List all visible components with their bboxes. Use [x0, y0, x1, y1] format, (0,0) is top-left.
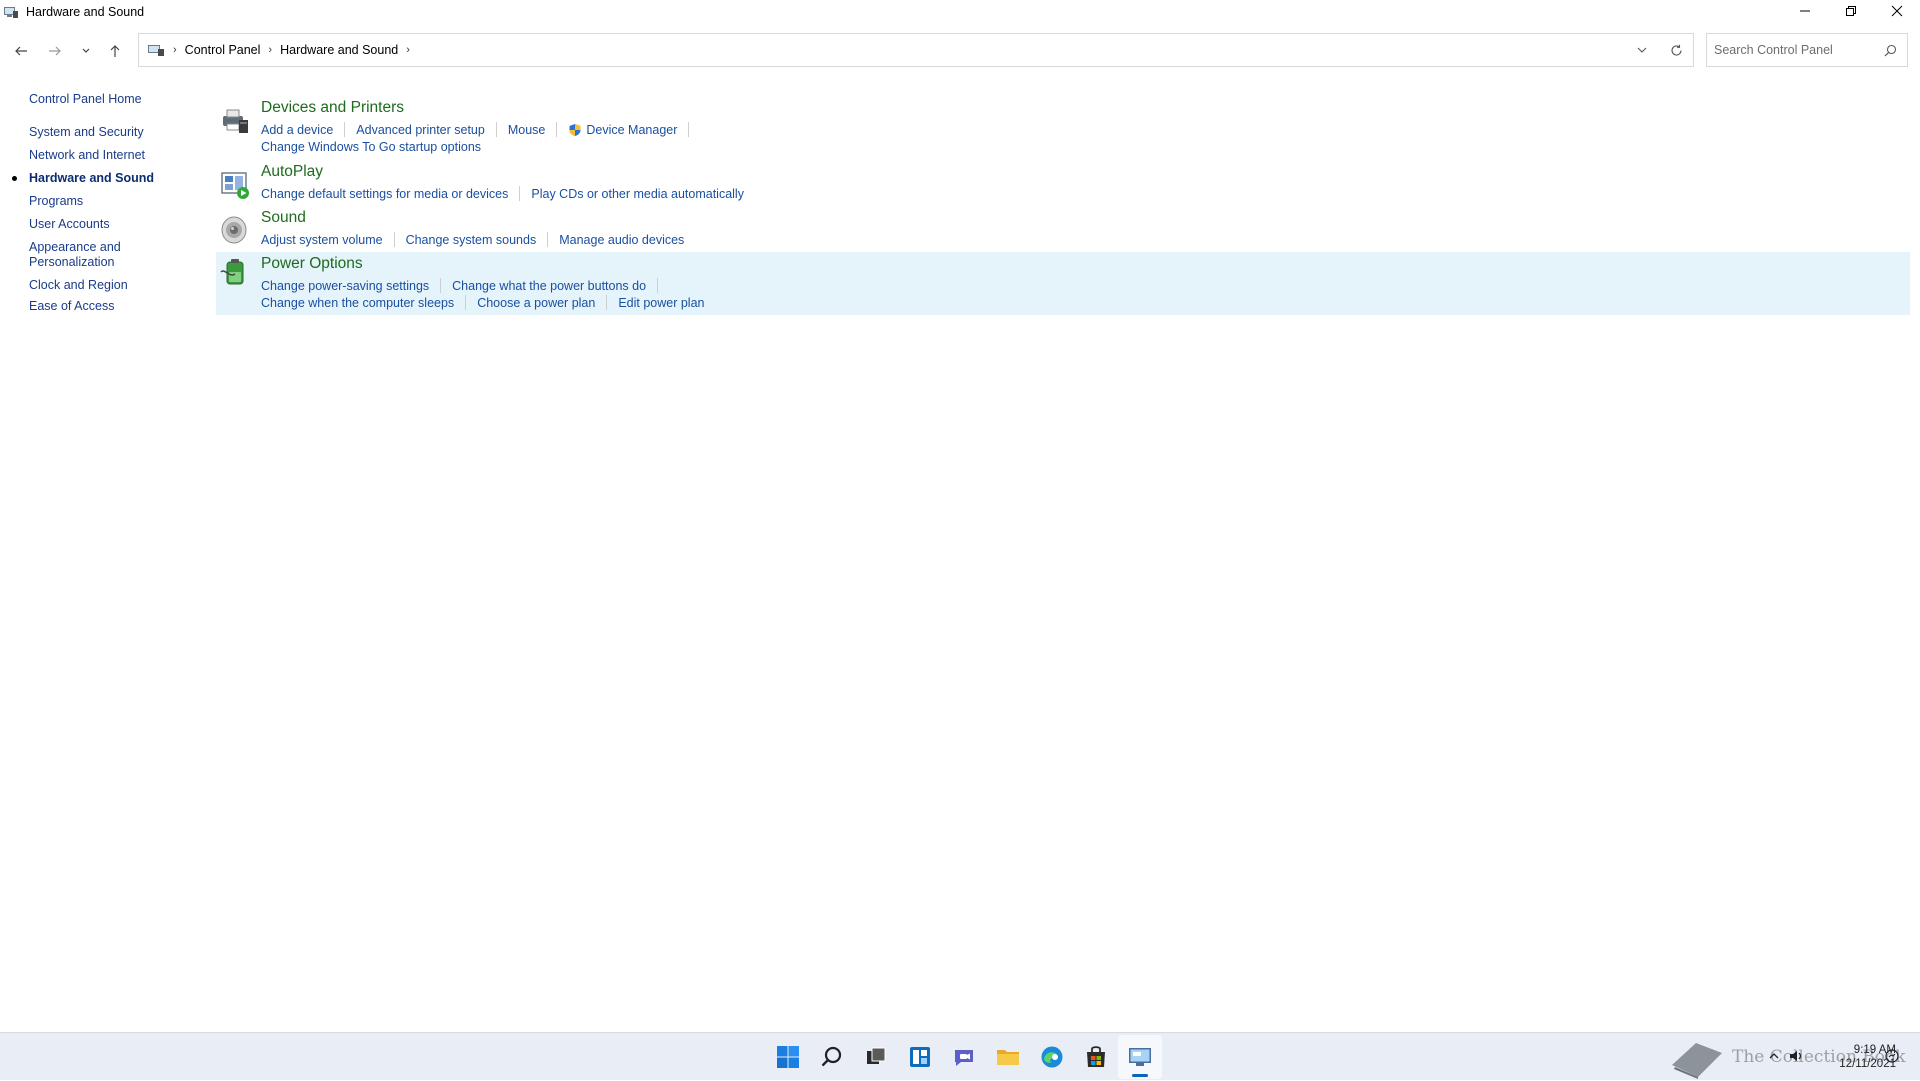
link-change-power-saving-settings[interactable]: Change power-saving settings	[261, 279, 429, 293]
link-edit-power-plan[interactable]: Edit power plan	[618, 296, 704, 310]
separator	[556, 122, 558, 137]
category-power-options[interactable]: Power Options Change power-saving settin…	[216, 252, 1910, 315]
forward-button[interactable]	[43, 39, 67, 63]
up-button[interactable]	[103, 39, 127, 63]
link-adjust-system-volume[interactable]: Adjust system volume	[261, 233, 383, 247]
category-sound: Sound Adjust system volume Change system…	[216, 206, 1910, 252]
breadcrumb-control-panel[interactable]: Control Panel	[185, 43, 261, 57]
chevron-up-icon[interactable]	[1766, 1048, 1782, 1064]
breadcrumb-hardware-and-sound[interactable]: Hardware and Sound	[280, 43, 398, 57]
search-input[interactable]	[1714, 43, 1874, 57]
window-controls	[1782, 0, 1920, 22]
link-change-when-the-computer-sleeps[interactable]: Change when the computer sleeps	[261, 296, 454, 310]
battery-icon	[220, 259, 244, 285]
category-title[interactable]: Sound	[261, 209, 306, 227]
recent-locations-button[interactable]	[74, 39, 98, 63]
address-bar-actions	[1625, 34, 1693, 66]
link-change-windows-to-go-startup-options[interactable]: Change Windows To Go startup options	[261, 140, 481, 154]
active-item-bullet	[12, 176, 17, 181]
taskbar: The Collection Book 9:19 AM 12/11/2021	[0, 1032, 1920, 1080]
links-row: Adjust system volume Change system sound…	[261, 232, 684, 247]
link-choose-a-power-plan[interactable]: Choose a power plan	[477, 296, 595, 310]
uac-shield-icon	[569, 123, 581, 136]
autoplay-icon	[221, 172, 249, 199]
category-devices-and-printers: Devices and Printers Add a device Advanc…	[216, 96, 1910, 160]
separator	[440, 278, 442, 293]
links-row: Change default settings for media or dev…	[261, 186, 744, 201]
sidebar-item-programs[interactable]: Programs	[29, 194, 83, 209]
back-button[interactable]	[9, 39, 33, 63]
links-row: Change power-saving settings Change what…	[261, 278, 669, 293]
control-panel-app-icon	[4, 7, 18, 18]
sidebar-item-clock-and-region[interactable]: Clock and Region	[29, 278, 128, 293]
breadcrumb-chevron-icon[interactable]: ›	[268, 44, 272, 56]
separator	[657, 278, 659, 293]
sidebar-item-ease-of-access[interactable]: Ease of Access	[29, 299, 114, 314]
address-history-dropdown[interactable]	[1625, 34, 1659, 66]
link-change-default-settings-for-media-or-devices[interactable]: Change default settings for media or dev…	[261, 187, 508, 201]
link-change-system-sounds[interactable]: Change system sounds	[406, 233, 537, 247]
links-row: Add a device Advanced printer setup Mous…	[261, 122, 700, 137]
refresh-button[interactable]	[1659, 34, 1693, 66]
separator	[465, 295, 467, 310]
link-device-manager[interactable]: Device Manager	[568, 123, 677, 137]
printer-icon	[223, 109, 248, 133]
link-device-manager-label: Device Manager	[586, 122, 678, 137]
sidebar-item-appearance-and-personalization[interactable]: Appearance and Personalization	[29, 240, 139, 270]
restore-button[interactable]	[1828, 0, 1874, 22]
link-manage-audio-devices[interactable]: Manage audio devices	[559, 233, 684, 247]
link-mouse[interactable]: Mouse	[508, 123, 546, 137]
separator	[606, 295, 608, 310]
sidebar-item-network-and-internet[interactable]: Network and Internet	[29, 148, 145, 163]
refresh-icon	[1670, 44, 1682, 56]
minimize-icon	[1800, 10, 1810, 12]
arrow-right-icon	[49, 46, 61, 56]
volume-icon[interactable]	[1788, 1048, 1804, 1064]
title-bar[interactable]: Hardware and Sound	[0, 0, 1920, 24]
category-title[interactable]: AutoPlay	[261, 163, 323, 181]
separator	[547, 232, 549, 247]
link-play-cds-or-other-media-automatically[interactable]: Play CDs or other media automatically	[531, 187, 744, 201]
address-bar[interactable]: › Control Panel › Hardware and Sound ›	[138, 33, 1694, 67]
separator	[495, 122, 497, 137]
separator	[393, 232, 395, 247]
category-title[interactable]: Power Options	[261, 255, 363, 273]
search-box[interactable]	[1706, 33, 1908, 67]
separator	[344, 122, 346, 137]
arrow-left-icon	[15, 46, 27, 56]
close-button[interactable]	[1874, 0, 1920, 22]
window-title: Hardware and Sound	[26, 5, 145, 19]
sidebar-item-hardware-and-sound[interactable]: Hardware and Sound	[29, 171, 154, 186]
close-icon	[1891, 5, 1903, 17]
control-panel-window: Hardware and Sound › Control Panel › Har…	[0, 0, 1920, 1032]
sidebar-item-control-panel-home[interactable]: Control Panel Home	[29, 92, 142, 107]
links-row: Change Windows To Go startup options	[261, 140, 481, 154]
category-autoplay: AutoPlay Change default settings for med…	[216, 160, 1910, 206]
arrow-up-icon	[110, 45, 120, 57]
link-add-a-device[interactable]: Add a device	[261, 123, 333, 137]
minimize-button[interactable]	[1782, 0, 1828, 22]
speaker-icon	[221, 216, 247, 244]
search-icon[interactable]	[1884, 44, 1897, 57]
notifications-icon[interactable]	[1884, 1048, 1900, 1064]
separator	[519, 186, 521, 201]
chevron-down-icon	[82, 48, 90, 53]
breadcrumb-chevron-icon[interactable]: ›	[173, 44, 177, 56]
link-advanced-printer-setup[interactable]: Advanced printer setup	[356, 123, 485, 137]
sidebar-item-user-accounts[interactable]: User Accounts	[29, 217, 110, 232]
separator	[688, 122, 690, 137]
links-row: Change when the computer sleeps Choose a…	[261, 295, 705, 310]
sidebar-item-system-and-security[interactable]: System and Security	[29, 125, 144, 140]
system-tray: The Collection Book 9:19 AM 12/11/2021	[0, 1033, 1920, 1081]
control-panel-icon	[148, 45, 164, 56]
navigation-bar: › Control Panel › Hardware and Sound ›	[0, 33, 1920, 67]
category-title[interactable]: Devices and Printers	[261, 99, 404, 117]
breadcrumb-chevron-icon[interactable]: ›	[406, 44, 410, 56]
chevron-down-icon	[1637, 47, 1647, 53]
restore-icon	[1846, 6, 1856, 16]
link-change-what-the-power-buttons-do[interactable]: Change what the power buttons do	[452, 279, 646, 293]
